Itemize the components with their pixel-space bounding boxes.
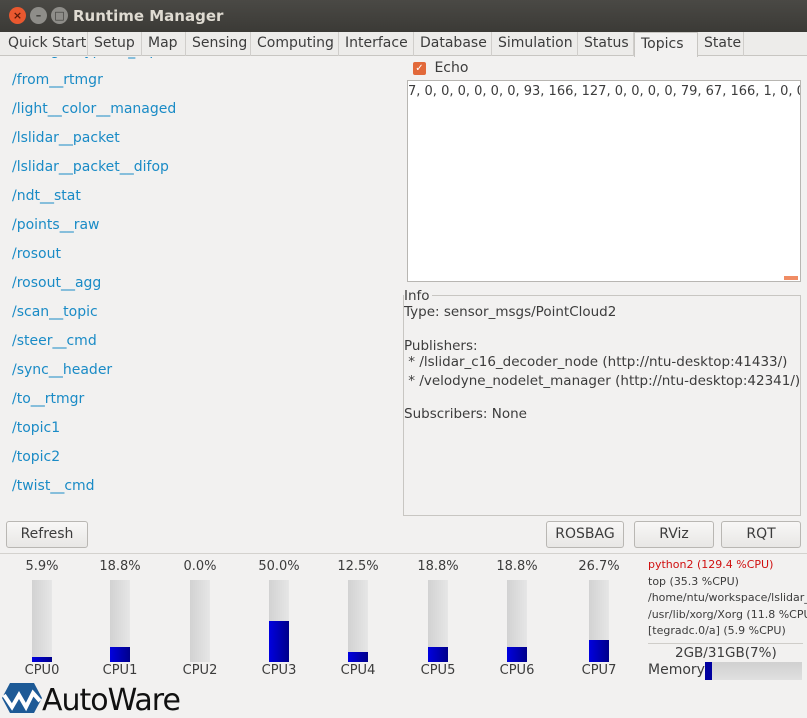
cpu-percent: 18.8% bbox=[99, 559, 141, 574]
topic-item[interactable]: /rosout__agg bbox=[12, 275, 101, 291]
cpu-percent: 18.8% bbox=[496, 559, 538, 574]
topic-item[interactable]: /topic2 bbox=[12, 449, 60, 465]
topic-item[interactable]: /scan__topic bbox=[12, 304, 98, 320]
cpu-label: CPU7 bbox=[581, 663, 617, 678]
autoware-logo: AutoWare bbox=[2, 683, 181, 718]
process-item: [tegradc.0/a] (5.9 %CPU) bbox=[648, 624, 786, 637]
cpu-bar bbox=[32, 580, 52, 662]
publisher-item: * /lslidar_c16_decoder_node (http://ntu-… bbox=[404, 354, 788, 370]
tab-database[interactable]: Database bbox=[414, 32, 492, 56]
cpu-bar bbox=[269, 580, 289, 662]
cpu-bar bbox=[507, 580, 527, 662]
maximize-icon[interactable]: □ bbox=[51, 7, 68, 24]
title-bar: × – □ Runtime Manager bbox=[0, 0, 807, 32]
cpu-label: CPU1 bbox=[102, 663, 138, 678]
echo-label: Echo bbox=[434, 60, 469, 76]
autoware-logo-icon bbox=[2, 683, 42, 713]
topic-item[interactable]: /to__rtmgr bbox=[12, 391, 84, 407]
logo-text: AutoWare bbox=[42, 683, 181, 718]
publisher-item: * /velodyne_nodelet_manager (http://ntu-… bbox=[404, 373, 801, 389]
process-item: /home/ntu/workspace/lslidar_ws bbox=[648, 591, 807, 604]
topic-item[interactable]: /topic1 bbox=[12, 420, 60, 436]
cpu-percent: 0.0% bbox=[183, 559, 217, 574]
topic-item[interactable]: /lslidar__packet bbox=[12, 130, 120, 146]
memory-bar bbox=[705, 662, 802, 680]
topic-item[interactable]: /steer__cmd bbox=[12, 333, 97, 349]
topic-item[interactable]: /points__raw bbox=[12, 217, 100, 233]
tab-interface[interactable]: Interface bbox=[339, 32, 414, 56]
echo-text: 7, 0, 0, 0, 0, 0, 0, 93, 166, 127, 0, 0,… bbox=[408, 84, 801, 99]
rqt-button[interactable]: RQT bbox=[721, 521, 801, 548]
topic-item[interactable]: /sync__header bbox=[12, 362, 112, 378]
cpu-percent: 12.5% bbox=[337, 559, 379, 574]
tab-computing[interactable]: Computing bbox=[251, 32, 339, 56]
tab-topics[interactable]: Topics bbox=[634, 32, 698, 57]
info-legend: Info bbox=[404, 288, 432, 304]
info-group: Info Type: sensor_msgs/PointCloud2 Publi… bbox=[403, 288, 801, 516]
memory-usage: 2GB/31GB(7%) bbox=[675, 645, 777, 661]
cpu-label: CPU6 bbox=[499, 663, 535, 678]
cpu-bar-fill bbox=[589, 640, 609, 662]
cpu-bar bbox=[589, 580, 609, 662]
tab-map[interactable]: Map bbox=[142, 32, 186, 56]
cpu-bar-fill bbox=[348, 651, 368, 662]
cpu-bar-fill bbox=[269, 621, 289, 662]
cpu-bar bbox=[428, 580, 448, 662]
checkbox-checked-icon[interactable]: ✓ bbox=[413, 61, 426, 75]
publishers-label: Publishers: bbox=[404, 338, 478, 354]
cpu-bar-fill bbox=[32, 657, 52, 662]
tab-quick-start[interactable]: Quick Start bbox=[2, 32, 88, 56]
topic-item[interactable]: /light__color__managed bbox=[12, 101, 176, 117]
cpu-percent: 26.7% bbox=[578, 559, 620, 574]
tab-bar: Quick Start Setup Map Sensing Computing Inter… bbox=[0, 32, 807, 57]
cpu-bar-fill bbox=[428, 646, 448, 662]
topic-item[interactable]: /from__rtmgr bbox=[12, 72, 103, 88]
process-item: top (35.3 %CPU) bbox=[648, 574, 739, 588]
tab-status[interactable]: Status bbox=[578, 32, 634, 56]
divider bbox=[648, 643, 803, 644]
horizontal-scrollbar[interactable] bbox=[784, 276, 798, 280]
memory-label: Memory bbox=[648, 662, 705, 678]
rviz-button[interactable]: RViz bbox=[634, 521, 714, 548]
cpu-label: CPU2 bbox=[182, 663, 218, 678]
cpu-label: CPU0 bbox=[24, 663, 60, 678]
process-item: /usr/lib/xorg/Xorg (11.8 %CPU) bbox=[648, 607, 807, 621]
process-item: python2 (129.4 %CPU) bbox=[648, 558, 774, 571]
cpu-bar bbox=[110, 580, 130, 662]
topic-item[interactable]: /lslidar__packet__difop bbox=[12, 159, 169, 175]
cpu-label: CPU4 bbox=[340, 663, 376, 678]
cpu-percent: 5.9% bbox=[25, 559, 59, 574]
memory-bar-fill bbox=[705, 662, 712, 680]
close-icon[interactable]: × bbox=[9, 7, 26, 24]
cpu-label: CPU5 bbox=[420, 663, 456, 678]
cpu-bar bbox=[348, 580, 368, 662]
minimize-icon[interactable]: – bbox=[30, 7, 47, 24]
cpu-bar-fill bbox=[507, 646, 527, 662]
topic-item[interactable]: /ndt__stat bbox=[12, 188, 81, 204]
echo-output[interactable]: 7, 0, 0, 0, 0, 0, 0, 93, 166, 127, 0, 0,… bbox=[407, 80, 801, 282]
cpu-bar bbox=[190, 580, 210, 662]
window-title: Runtime Manager bbox=[73, 7, 224, 25]
subscribers: Subscribers: None bbox=[404, 406, 527, 422]
refresh-button[interactable]: Refresh bbox=[6, 521, 88, 548]
topic-item[interactable]: /rosout bbox=[12, 246, 61, 262]
topic-item[interactable]: /twist__cmd bbox=[12, 478, 95, 494]
topic-type: Type: sensor_msgs/PointCloud2 bbox=[404, 304, 617, 320]
tab-state[interactable]: State bbox=[698, 32, 744, 56]
divider bbox=[0, 553, 807, 554]
tab-simulation[interactable]: Simulation bbox=[492, 32, 578, 56]
tab-setup[interactable]: Setup bbox=[88, 32, 142, 56]
cpu-label: CPU3 bbox=[261, 663, 297, 678]
tab-sensing[interactable]: Sensing bbox=[186, 32, 251, 56]
echo-checkbox[interactable]: ✓ Echo bbox=[413, 60, 468, 76]
rosbag-button[interactable]: ROSBAG bbox=[546, 521, 624, 548]
cpu-bar-fill bbox=[110, 646, 130, 662]
cpu-percent: 50.0% bbox=[258, 559, 300, 574]
cpu-percent: 18.8% bbox=[417, 559, 459, 574]
